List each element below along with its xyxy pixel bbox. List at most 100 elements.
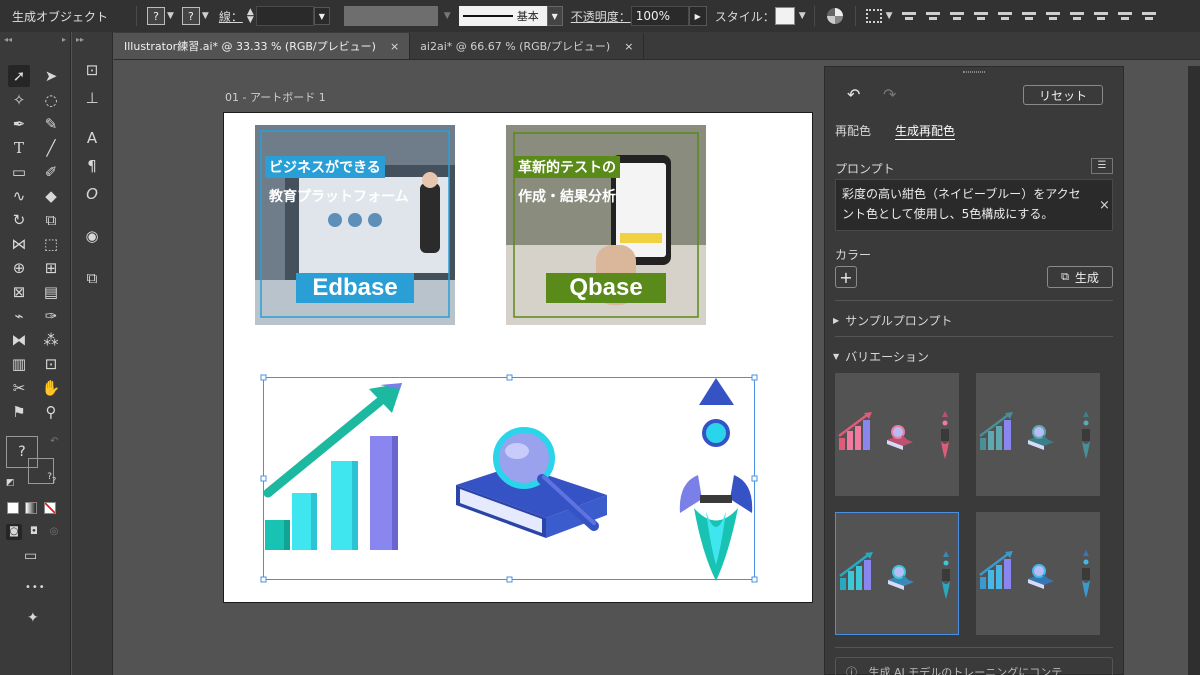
align-to-icon[interactable] xyxy=(865,9,882,23)
gradient-tool-icon[interactable]: ▤ xyxy=(40,281,62,303)
shaper-tool-icon[interactable]: ∿ xyxy=(8,185,30,207)
artboard-navigator-icon[interactable]: ⊡ xyxy=(81,59,103,81)
panel-scrollbar[interactable] xyxy=(1188,66,1200,675)
width-tool-icon[interactable]: ⋈ xyxy=(8,233,30,255)
reset-button[interactable]: リセット xyxy=(1023,85,1103,105)
fill-swatch[interactable]: ? xyxy=(147,7,165,25)
draw-inside-icon[interactable]: ◎ xyxy=(46,524,62,540)
tab-generative-recolor[interactable]: 生成再配色 xyxy=(895,122,956,140)
stepper-icon[interactable]: ▲ ▼ xyxy=(247,8,254,25)
pen-tool-icon[interactable]: ✒ xyxy=(8,113,30,135)
none-mode-icon[interactable] xyxy=(44,502,56,514)
chevron-down-icon[interactable]: ▼ xyxy=(167,11,174,21)
variation-thumbnail[interactable] xyxy=(835,512,959,635)
align-left-icon[interactable] xyxy=(901,9,916,23)
brush-dropdown[interactable]: ▼ xyxy=(546,6,563,26)
align-panel-icon[interactable]: ⊥ xyxy=(81,87,103,109)
variation-thumbnail[interactable] xyxy=(976,373,1100,496)
sample-prompts-section[interactable]: ▶ サンプルプロンプト xyxy=(833,312,952,329)
generate-button[interactable]: ⧉ 生成 xyxy=(1047,266,1113,288)
puppet-warp-tool-icon[interactable]: ⚑ xyxy=(8,401,30,423)
panel-grip[interactable]: ▸ xyxy=(62,35,66,44)
close-icon[interactable]: × xyxy=(390,40,399,53)
draw-behind-icon[interactable]: ◘ xyxy=(26,524,42,540)
chevron-down-icon[interactable]: ▼ xyxy=(444,11,451,21)
distribute-middle-icon[interactable] xyxy=(1069,9,1084,23)
artboard-tool-icon[interactable]: ⊡ xyxy=(40,353,62,375)
generated-icon-group[interactable] xyxy=(224,113,814,604)
eraser-tool-icon[interactable]: ◆ xyxy=(40,185,62,207)
variation-thumbnail[interactable] xyxy=(976,512,1100,635)
redo-icon[interactable]: ↷ xyxy=(883,85,896,104)
brush-definition[interactable]: 基本 xyxy=(458,6,547,26)
add-color-button[interactable]: + xyxy=(835,266,857,288)
opacity-input[interactable]: 100% xyxy=(630,6,689,26)
blend-tool-icon[interactable]: ⧓ xyxy=(8,329,30,351)
scale-tool-icon[interactable]: ⧉ xyxy=(40,209,62,231)
clear-prompt-icon[interactable]: × xyxy=(1099,198,1110,213)
recolor-artwork-icon[interactable] xyxy=(826,8,843,24)
gradient-mode-icon[interactable] xyxy=(25,502,37,514)
distribute-center-icon[interactable] xyxy=(1141,9,1156,23)
distribute-bottom-icon[interactable] xyxy=(1093,9,1108,23)
fill-stroke-widget[interactable]: ? ? ↶ ◩ ? xyxy=(6,436,66,492)
align-right-icon[interactable] xyxy=(949,9,964,23)
panel-grip[interactable] xyxy=(963,71,985,73)
opacity-dropdown[interactable]: ▶ xyxy=(688,6,707,26)
variable-width-profile[interactable] xyxy=(343,6,438,26)
character-panel-icon[interactable]: A xyxy=(81,127,103,149)
edit-toolbar-icon[interactable]: ••• xyxy=(25,582,46,593)
screen-mode-icon[interactable]: ▭ xyxy=(24,548,37,564)
curvature-tool-icon[interactable]: ✎ xyxy=(40,113,62,135)
stroke-control[interactable]: ? ▼ xyxy=(181,0,213,32)
symbol-sprayer-tool-icon[interactable]: ⁂ xyxy=(40,329,62,351)
variations-section[interactable]: ▼ バリエーション xyxy=(833,348,929,365)
lasso-tool-icon[interactable]: ◌ xyxy=(40,89,62,111)
align-bottom-icon[interactable] xyxy=(1021,9,1036,23)
zoom-tool-icon[interactable]: ⚲ xyxy=(40,401,62,423)
align-horizontal-center-icon[interactable] xyxy=(925,9,940,23)
chevron-down-icon[interactable]: ▼ xyxy=(886,11,893,21)
shape-builder-tool-icon[interactable]: ⊕ xyxy=(8,257,30,279)
column-graph-tool-icon[interactable]: ▥ xyxy=(8,353,30,375)
chevron-down-icon[interactable]: ▼ xyxy=(202,11,209,21)
selection-tool-icon[interactable]: ➚ xyxy=(8,65,30,87)
paintbrush-tool-icon[interactable]: ✐ xyxy=(40,161,62,183)
chevron-down-icon[interactable]: ▼ xyxy=(799,11,806,21)
undo-icon[interactable]: ↶ xyxy=(847,85,860,104)
stroke-weight-dropdown[interactable]: ▼ xyxy=(313,7,330,25)
hand-tool-icon[interactable]: ✋ xyxy=(40,377,62,399)
distribute-left-icon[interactable] xyxy=(1117,9,1132,23)
measure-tool-icon[interactable]: ✑ xyxy=(40,305,62,327)
perspective-grid-tool-icon[interactable]: ⊞ xyxy=(40,257,62,279)
swap-fill-stroke-icon[interactable]: ↶ xyxy=(50,436,58,447)
pathfinder-panel-icon[interactable]: ⧉ xyxy=(81,267,103,289)
prompt-textarea[interactable]: 彩度の高い紺色（ネイビーブルー）をアクセント色として使用し、5色構成にする。 xyxy=(835,179,1113,231)
close-icon[interactable]: × xyxy=(624,40,633,53)
fill-control[interactable]: ? ▼ xyxy=(147,0,178,32)
paragraph-panel-icon[interactable]: ¶ xyxy=(81,155,103,177)
opentype-panel-icon[interactable]: O xyxy=(81,183,103,205)
rectangle-tool-icon[interactable]: ▭ xyxy=(8,161,30,183)
color-mode-icon[interactable] xyxy=(7,502,19,514)
mesh-tool-icon[interactable]: ⊠ xyxy=(8,281,30,303)
tab-illustrator-practice[interactable]: Illustrator練習.ai* @ 33.33 % (RGB/プレビュー) … xyxy=(114,33,411,59)
stroke-weight-input[interactable] xyxy=(255,6,314,26)
type-tool-icon[interactable]: T xyxy=(8,137,30,159)
align-vertical-center-icon[interactable] xyxy=(997,9,1012,23)
draw-normal-icon[interactable]: ◙ xyxy=(6,524,22,540)
eyedropper-tool-icon[interactable]: ⌁ xyxy=(8,305,30,327)
generative-ai-icon[interactable]: ✦ xyxy=(27,610,39,626)
align-top-icon[interactable] xyxy=(973,9,988,23)
collapse-grip[interactable]: ◂◂ xyxy=(4,35,12,44)
free-transform-tool-icon[interactable]: ⬚ xyxy=(40,233,62,255)
tab-recolor[interactable]: 再配色 xyxy=(835,122,871,139)
prompt-menu-icon[interactable]: ☰ xyxy=(1091,158,1113,174)
color-guide-panel-icon[interactable]: ◉ xyxy=(81,225,103,247)
default-fill-stroke-icon[interactable]: ◩ xyxy=(6,478,15,488)
variation-thumbnail[interactable] xyxy=(835,373,959,496)
magic-wand-tool-icon[interactable]: ✧ xyxy=(8,89,30,111)
graphic-style-swatch[interactable] xyxy=(774,7,795,25)
stroke-swatch-small[interactable]: ? xyxy=(28,458,54,484)
tab-ai2ai[interactable]: ai2ai* @ 66.67 % (RGB/プレビュー) × xyxy=(410,33,645,59)
